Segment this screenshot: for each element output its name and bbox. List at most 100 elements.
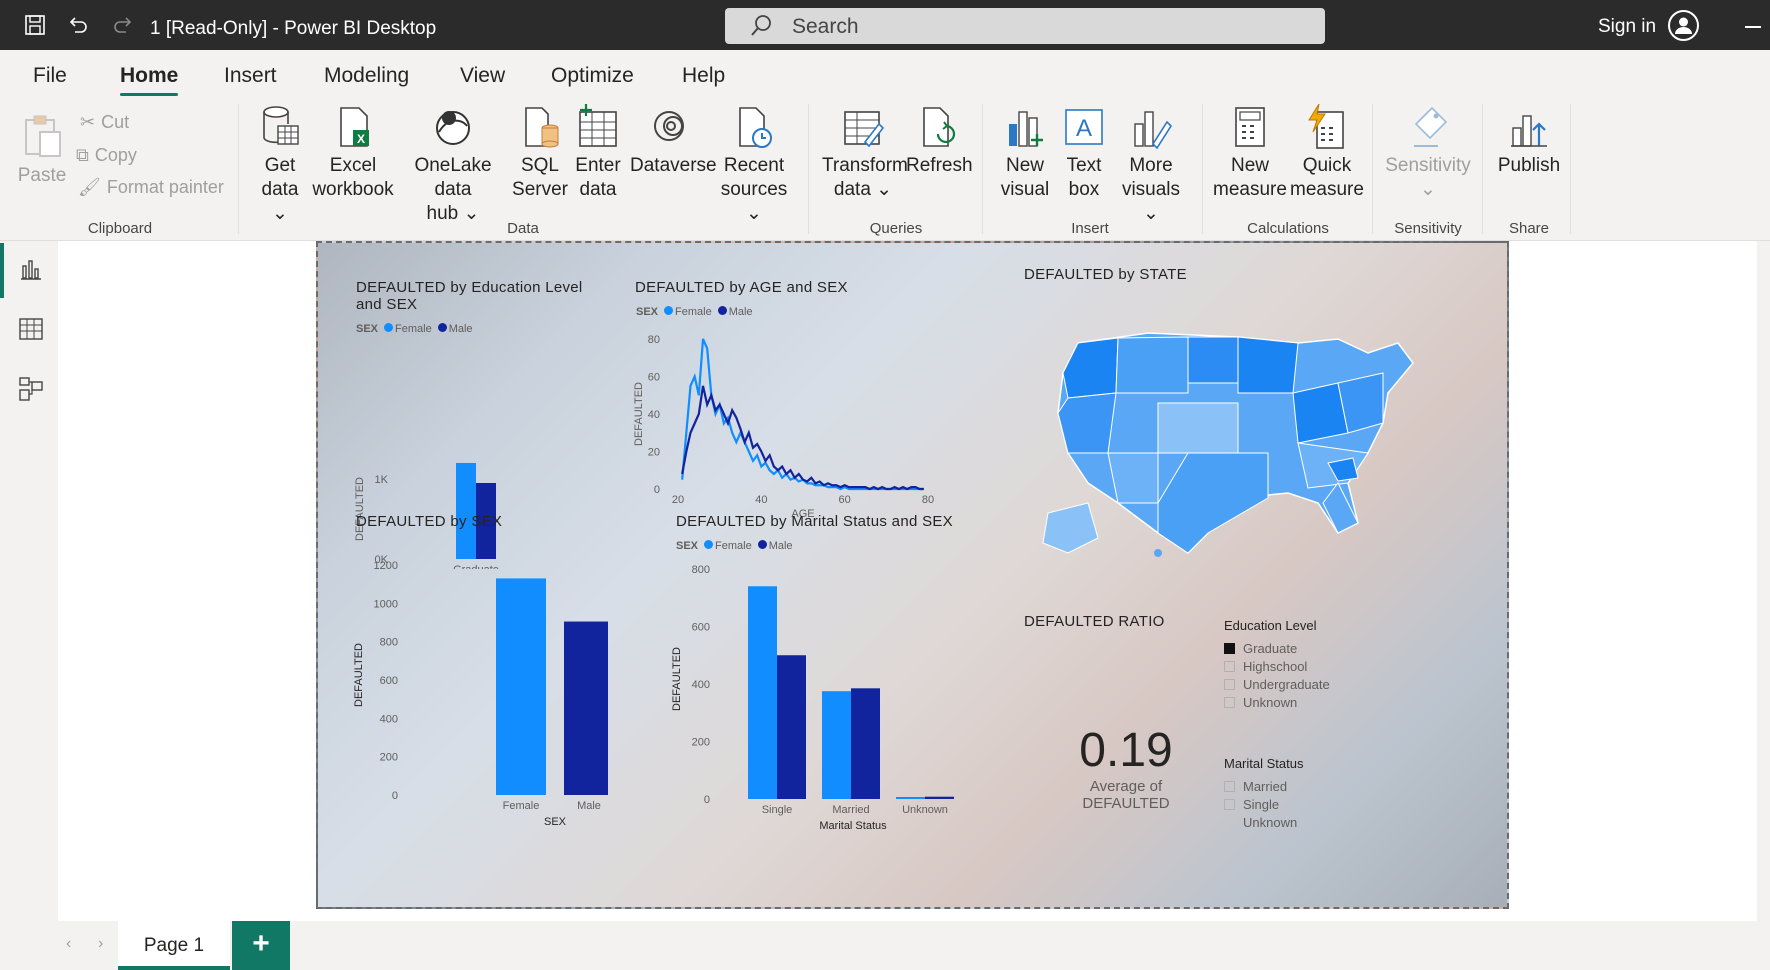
y-tick-label: 1000	[374, 598, 398, 610]
y-tick-label: 0	[704, 794, 710, 806]
y-tick-label: 800	[692, 564, 710, 576]
get-data-button[interactable]: Get data ⌄	[252, 104, 308, 226]
y-tick-label: 60	[648, 372, 660, 384]
copy-button[interactable]: ⧉ Copy	[76, 145, 137, 166]
slicer-option-unknown[interactable]: Unknown	[1224, 813, 1303, 831]
title-bar: 1 [Read-Only] - Power BI Desktop Search …	[0, 0, 1770, 50]
report-view-icon[interactable]	[18, 256, 44, 282]
tab-home[interactable]: Home	[120, 64, 178, 88]
page-tab-1[interactable]: Page 1	[118, 921, 230, 970]
sex-bar-chart[interactable]: DEFAULTED 0 200 400 600 800 1000 1200 Female Male…	[348, 525, 608, 825]
checkbox[interactable]	[1224, 798, 1235, 810]
onelake-icon	[436, 111, 470, 145]
excel-workbook-button[interactable]: X Excel workbook	[312, 104, 394, 202]
dataverse-button[interactable]: Dataverse	[630, 104, 717, 178]
search-box[interactable]: Search	[725, 8, 1325, 44]
slicer-option-highschool[interactable]: Highschool	[1224, 657, 1330, 675]
save-icon[interactable]	[22, 12, 48, 38]
age-chart-title: DEFAULTED by AGE and SEX	[635, 279, 848, 296]
copy-label: Copy	[94, 145, 137, 165]
report-page[interactable]: DEFAULTED by Education Level and SEX SEX…	[316, 241, 1509, 909]
state-map[interactable]	[1038, 303, 1438, 563]
table-view-icon[interactable]	[18, 316, 44, 342]
cut-button[interactable]: ✂ Cut	[80, 112, 129, 133]
new-visual-button[interactable]: New visual	[996, 104, 1054, 202]
marital-chart-title: DEFAULTED by Marital Status and SEX	[676, 513, 953, 530]
slicer-option-graduate[interactable]: Graduate	[1224, 639, 1330, 657]
paste-button[interactable]: Paste	[14, 112, 70, 188]
onelake-data-hub-button[interactable]: OneLake data hub ⌄	[396, 104, 510, 226]
new-measure-button[interactable]: New measure	[1212, 104, 1288, 202]
marital-bar-chart[interactable]: DEFAULTED 0 200 400 600 800 Single Married Unkno…	[668, 549, 998, 829]
slicer-option-unknown[interactable]: Unknown	[1224, 693, 1330, 711]
age-legend: SEX Female Male	[636, 306, 753, 318]
ratio-title: DEFAULTED RATIO	[1024, 613, 1165, 630]
tab-file[interactable]: File	[33, 64, 67, 88]
x-tick-label: 20	[672, 494, 684, 506]
edu-legend: SEX Female Male	[356, 323, 473, 335]
enter-data-button[interactable]: Enter data	[572, 104, 624, 202]
sign-in-link[interactable]: Sign in	[1598, 16, 1656, 38]
checkbox[interactable]	[1224, 696, 1235, 708]
quick-measure-button[interactable]: Quick measure	[1290, 104, 1364, 202]
y-tick-label: 80	[648, 334, 660, 346]
cut-label: Cut	[101, 112, 130, 132]
legend-female: Female	[384, 323, 432, 335]
refresh-button[interactable]: Refresh	[906, 104, 973, 178]
model-view-icon[interactable]	[18, 376, 44, 402]
legend-title: SEX	[356, 323, 379, 335]
tab-view[interactable]: View	[460, 64, 505, 88]
x-tick-label: Unknown	[902, 804, 948, 816]
scissors-icon: ✂	[80, 112, 96, 132]
slicer-option-undergraduate[interactable]: Undergraduate	[1224, 675, 1330, 693]
excel-icon: X	[340, 107, 369, 147]
svg-text:X: X	[357, 132, 365, 146]
tab-optimize[interactable]: Optimize	[551, 64, 634, 88]
checkbox[interactable]	[1224, 678, 1235, 690]
slicer-option-married[interactable]: Married	[1224, 777, 1303, 795]
sql-server-button[interactable]: SQL Server	[512, 104, 568, 202]
y-tick-label: 400	[380, 713, 398, 725]
slicer-title: Marital Status	[1224, 756, 1304, 771]
tab-insert[interactable]: Insert	[224, 64, 277, 88]
checkbox[interactable]	[1224, 642, 1235, 654]
search-icon	[749, 14, 773, 44]
redo-icon[interactable]	[110, 12, 136, 38]
transform-data-button[interactable]: Transform data ⌄	[822, 104, 908, 202]
more-visuals-button[interactable]: More visuals ⌄	[1114, 104, 1188, 226]
x-tick-label: Female	[503, 800, 540, 812]
text-box-button[interactable]: A Text box	[1058, 104, 1110, 202]
prev-page-icon[interactable]: ‹	[66, 935, 71, 953]
tab-modeling[interactable]: Modeling	[324, 64, 409, 88]
age-line-chart[interactable]: DEFAULTED02040608020 40 60 80AGE	[628, 319, 988, 519]
ratio-card[interactable]: 0.19 Average of DEFAULTED	[1046, 723, 1206, 812]
user-icon	[1675, 17, 1692, 34]
recent-sources-button[interactable]: Recent sources ⌄	[712, 104, 796, 226]
x-axis-label: Marital Status	[819, 820, 887, 829]
add-page-button[interactable]: +	[232, 921, 290, 970]
bar-female	[496, 578, 546, 795]
bar-married-female	[822, 691, 851, 799]
y-axis-label: DEFAULTED	[353, 643, 365, 707]
slicer-option-single[interactable]: Single	[1224, 795, 1303, 813]
publish-button[interactable]: Publish	[1492, 104, 1566, 178]
avatar[interactable]	[1668, 10, 1699, 41]
tab-help[interactable]: Help	[682, 64, 725, 88]
clipboard-group-label: Clipboard	[87, 220, 153, 237]
state-map-title: DEFAULTED by STATE	[1024, 266, 1187, 283]
format-painter-button[interactable]: 🖌 Format painter	[78, 177, 224, 198]
sensitivity-button[interactable]: Sensitivity ⌄	[1380, 104, 1476, 202]
minimize-button[interactable]	[1745, 26, 1761, 28]
bar-single-female	[748, 586, 777, 799]
legend-male: Male	[717, 306, 753, 318]
undo-icon[interactable]	[65, 12, 91, 38]
dataverse-icon	[654, 111, 684, 141]
checkbox[interactable]	[1224, 660, 1235, 672]
sql-server-icon	[525, 107, 559, 148]
table-icon	[579, 104, 617, 147]
checkbox[interactable]	[1224, 780, 1235, 792]
separator	[238, 104, 239, 234]
separator	[1482, 104, 1483, 234]
next-page-icon[interactable]: ›	[98, 935, 103, 953]
y-tick-label: 200	[380, 752, 398, 764]
